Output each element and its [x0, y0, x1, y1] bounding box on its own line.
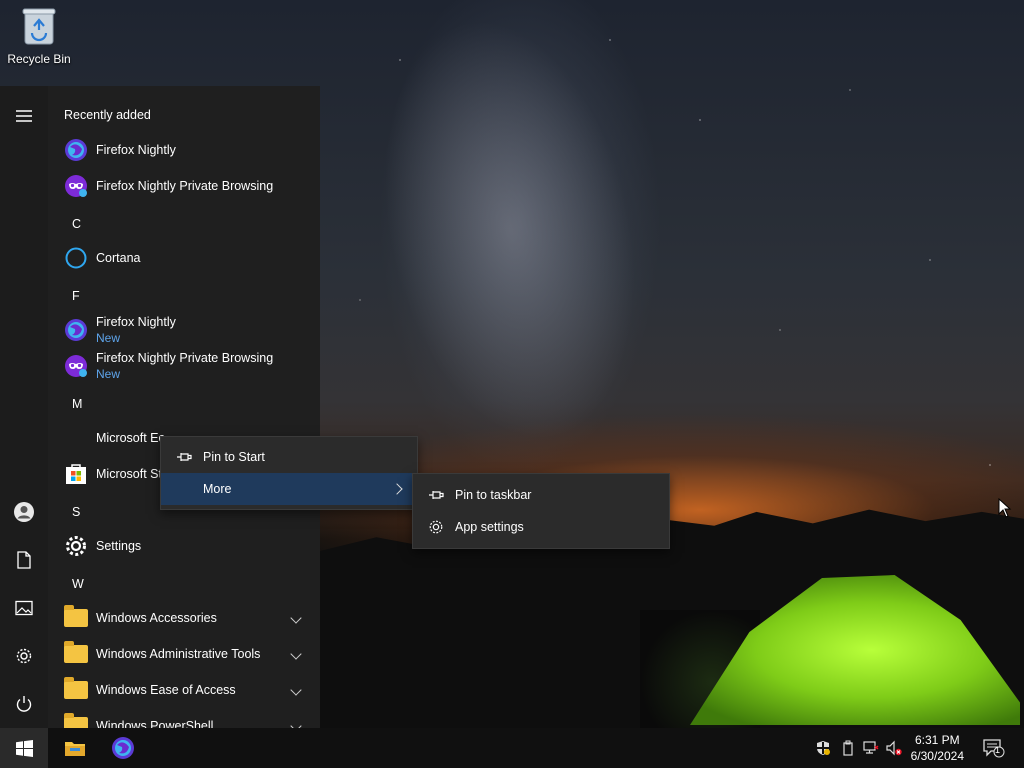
app-label: Microsoft Ec: [96, 431, 165, 445]
pin-icon: [427, 486, 445, 504]
user-icon: [14, 502, 34, 522]
start-button[interactable]: [0, 728, 48, 768]
new-badge: New: [96, 331, 121, 345]
recycle-bin[interactable]: Recycle Bin: [4, 6, 74, 66]
gear-icon: [16, 648, 32, 664]
app-label: Firefox Nightly: [96, 315, 176, 329]
pin-icon: [175, 448, 193, 466]
folder-icon: [64, 713, 88, 728]
recycle-bin-icon: [22, 6, 56, 46]
context-menu: Pin to Start More: [160, 436, 418, 510]
letter-header-s[interactable]: S: [72, 505, 80, 519]
hamburger-icon: [16, 110, 32, 122]
system-clock[interactable]: 6:31 PM 6/30/2024: [911, 732, 964, 764]
taskbar: 6:31 PM 6/30/2024 1: [0, 728, 1024, 768]
menu-item-label: More: [203, 482, 232, 496]
list-item[interactable]: Settings: [48, 532, 320, 560]
menu-item-label: Pin to Start: [203, 450, 265, 464]
chevron-down-icon: [290, 648, 302, 660]
chevron-down-icon: [290, 720, 302, 728]
list-item[interactable]: Firefox Nightly Private Browsing New: [48, 350, 320, 382]
new-badge: New: [96, 367, 121, 381]
folder-icon: [64, 641, 88, 666]
settings-button[interactable]: [0, 634, 48, 678]
clock-time: 6:31 PM: [914, 733, 960, 747]
folder-icon: [64, 605, 88, 630]
list-item[interactable]: Firefox Nightly New: [48, 314, 320, 346]
microsoft-store-icon: [64, 462, 88, 486]
power-button[interactable]: [0, 682, 48, 726]
firefox-nightly-icon: [112, 737, 134, 759]
letter-header-m[interactable]: M: [72, 397, 82, 411]
usb-device-icon[interactable]: [840, 740, 856, 756]
menu-item-app-settings[interactable]: App settings: [413, 511, 669, 543]
pictures-button[interactable]: [0, 586, 48, 630]
app-label: Firefox Nightly Private Browsing: [96, 351, 274, 365]
file-explorer-button[interactable]: [52, 728, 98, 768]
list-item[interactable]: Firefox Nightly Private Browsing: [48, 172, 320, 200]
folder-icon: [64, 677, 88, 702]
list-item[interactable]: Cortana: [48, 244, 320, 272]
list-item[interactable]: Firefox Nightly: [48, 136, 320, 164]
network-icon[interactable]: [863, 740, 879, 756]
chevron-right-icon: [391, 483, 403, 495]
security-shield-icon[interactable]: [815, 740, 831, 756]
firefox-nightly-icon: [64, 138, 88, 162]
start-menu: Recently added Firefox Nightly Firefox N…: [0, 86, 320, 728]
menu-item-label: Pin to taskbar: [455, 488, 532, 502]
start-rail: [0, 86, 48, 728]
firefox-nightly-taskbar-button[interactable]: [100, 728, 146, 768]
letter-header-w[interactable]: W: [72, 577, 84, 591]
app-label: Windows Accessories: [96, 611, 217, 625]
notification-icon: [983, 739, 1005, 758]
app-label: Windows PowerShell: [96, 719, 214, 728]
app-label: Firefox Nightly: [96, 143, 176, 157]
app-label: Microsoft St: [96, 467, 162, 481]
app-list: Recently added Firefox Nightly Firefox N…: [48, 86, 320, 728]
app-label: Windows Administrative Tools: [96, 647, 261, 661]
folder-windows-ease-of-access[interactable]: Windows Ease of Access: [48, 676, 320, 704]
gear-icon: [427, 518, 445, 536]
picture-icon: [15, 600, 33, 616]
submenu: Pin to taskbar App settings: [412, 473, 670, 549]
letter-header-c[interactable]: C: [72, 217, 81, 231]
settings-gear-icon: [64, 534, 88, 558]
folder-windows-accessories[interactable]: Windows Accessories: [48, 604, 320, 632]
file-explorer-icon: [65, 742, 85, 756]
expand-menu-button[interactable]: [0, 94, 48, 138]
notification-center-button[interactable]: 1: [976, 728, 1012, 768]
menu-item-label: App settings: [455, 520, 524, 534]
menu-item-more[interactable]: More: [161, 473, 417, 505]
firefox-nightly-icon: [64, 318, 88, 342]
app-label: Settings: [96, 539, 142, 553]
chevron-down-icon: [290, 684, 302, 696]
power-icon: [16, 696, 32, 712]
chevron-down-icon: [290, 612, 302, 624]
app-label: Windows Ease of Access: [96, 683, 236, 697]
letter-header-f[interactable]: F: [72, 289, 80, 303]
clock-date: 6/30/2024: [910, 749, 964, 763]
menu-item-pin-to-taskbar[interactable]: Pin to taskbar: [413, 479, 669, 511]
firefox-private-icon: [64, 354, 88, 378]
documents-button[interactable]: [0, 538, 48, 582]
section-header-recently-added: Recently added: [64, 108, 151, 122]
firefox-private-icon: [64, 174, 88, 198]
cortana-icon: [64, 246, 88, 270]
menu-item-pin-to-start[interactable]: Pin to Start: [161, 441, 417, 473]
document-icon: [17, 551, 31, 569]
app-label: Firefox Nightly Private Browsing: [96, 179, 274, 193]
mouse-cursor-icon: [998, 498, 1012, 518]
notification-count: 1: [995, 745, 1001, 755]
recycle-bin-label: Recycle Bin: [7, 52, 71, 66]
account-button[interactable]: [0, 490, 48, 534]
folder-windows-powershell[interactable]: Windows PowerShell: [48, 712, 320, 728]
volume-muted-icon[interactable]: [886, 740, 902, 756]
folder-windows-administrative-tools[interactable]: Windows Administrative Tools: [48, 640, 320, 668]
app-label: Cortana: [96, 251, 141, 265]
windows-logo-icon: [15, 739, 33, 757]
edge-icon: [64, 426, 88, 450]
